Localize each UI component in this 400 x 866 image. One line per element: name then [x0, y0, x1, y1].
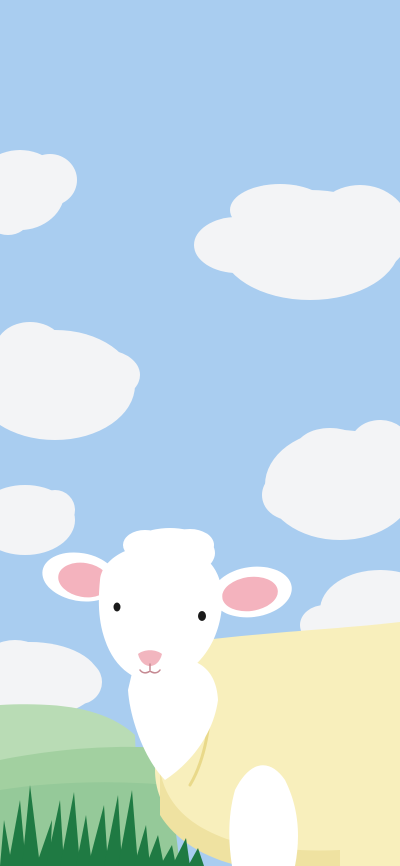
sheep-eye-right: [198, 611, 206, 621]
sheep-eye-left: [113, 602, 121, 612]
illustration-canvas: [0, 0, 400, 866]
wallpaper-scene: [0, 0, 400, 866]
